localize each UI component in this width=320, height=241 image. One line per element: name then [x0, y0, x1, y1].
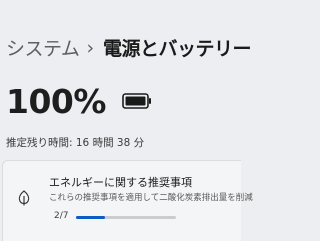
breadcrumb-separator: ›: [86, 36, 95, 59]
recommendation-progress-fill: [76, 216, 105, 219]
recommendation-title: エネルギーに関する推奨事項: [49, 176, 192, 189]
breadcrumb: システム › 電源とバッテリー: [6, 34, 252, 61]
estimated-time-remaining: 推定残り時間: 16 時間 38 分: [6, 137, 145, 149]
leaf-icon: [17, 190, 31, 210]
battery-status: 100%: [6, 82, 152, 122]
battery-percentage: 100%: [6, 82, 106, 121]
recommendation-progress-bar: [76, 216, 176, 219]
recommendation-page-count: 2/7: [54, 211, 69, 221]
page-title: 電源とバッテリー: [103, 38, 252, 60]
recommendation-description: これらの推奨事項を適用して二酸化炭素排出量を削減: [49, 193, 253, 203]
battery-full-icon: [122, 93, 152, 113]
breadcrumb-system-link[interactable]: システム: [6, 34, 80, 61]
